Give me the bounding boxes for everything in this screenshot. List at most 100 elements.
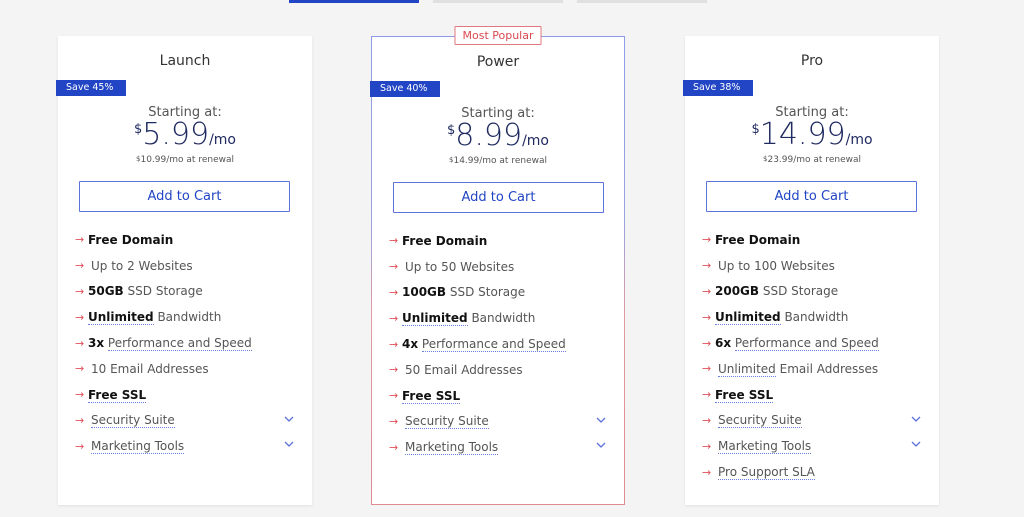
price-amount: 14.99 [759,117,846,152]
feature-highlight: Free SSL [402,388,461,404]
feature-text: Security Suite [88,413,175,429]
feature-item[interactable]: → Security Suite [389,409,607,435]
arrow-right-icon: → [389,285,399,299]
arrow-right-icon: → [389,260,399,274]
feature-item: → Free SSL [75,382,295,408]
feature-label: Performance and Speed [421,337,566,353]
feature-text: Free Domain [715,233,800,247]
feature-label: Up to 100 Websites [718,258,835,273]
feature-label: 50 Email Addresses [405,362,523,377]
feature-highlight: Free Domain [88,232,174,247]
plan-term-tab-1[interactable] [289,0,419,3]
feature-text: Free SSL [715,387,774,403]
add-to-cart-button[interactable]: Add to Cart [79,181,290,212]
feature-label: Marketing Tools [405,440,499,456]
feature-item: → 100GB SSD Storage [389,280,607,306]
price: $8.99/mo [372,121,624,151]
feature-highlight: 4x [402,337,419,352]
most-popular-badge: Most Popular [454,26,542,45]
plan-term-tab-2[interactable] [433,0,563,3]
arrow-right-icon: → [702,233,712,247]
renewal-price: $23.99/mo at renewal [763,155,861,165]
price-amount: 8.99 [455,118,523,153]
feature-item: → Up to 100 Websites [702,253,922,279]
chevron-down-icon[interactable] [595,414,607,426]
price-period: /mo [522,133,549,149]
arrow-right-icon: → [702,259,712,273]
feature-item: → Unlimited Bandwidth [389,305,607,331]
feature-label: Marketing Tools [91,439,185,455]
feature-item: → Unlimited Bandwidth [75,304,295,330]
arrow-right-icon: → [75,362,85,376]
arrow-right-icon: → [389,311,399,325]
arrow-right-icon: → [702,413,712,427]
feature-item[interactable]: → Security Suite [75,408,295,434]
feature-text: Free Domain [88,233,173,247]
feature-item: → Pro Support SLA [702,459,922,485]
feature-item[interactable]: → Marketing Tools [702,433,922,459]
feature-label: Pro Support SLA [718,465,815,481]
feature-text: Unlimited Bandwidth [88,310,221,326]
feature-label: Up to 2 Websites [91,258,193,273]
arrow-right-icon: → [75,310,85,324]
feature-label: Security Suite [91,413,175,429]
feature-label: Marketing Tools [718,439,812,455]
plan-card-pro: Pro Save 38% Starting at: $14.99/mo $23.… [683,36,939,505]
feature-text: Free Domain [402,234,487,248]
feature-label: SSD Storage [127,284,203,299]
feature-item: → Free SSL [702,382,922,408]
arrow-right-icon: → [389,414,399,428]
save-badge: Save 38% [683,80,753,96]
feature-text: 3x Performance and Speed [88,336,252,352]
feature-highlight: 6x [715,336,732,351]
feature-label: Unlimited Email Addresses [718,361,879,377]
currency-symbol: $ [751,122,760,137]
feature-label: SSD Storage [762,284,839,299]
currency-symbol: $ [134,122,143,137]
feature-label: Bandwidth [784,310,849,325]
arrow-right-icon: → [702,439,712,453]
feature-item: → Up to 2 Websites [75,253,295,279]
feature-item[interactable]: → Marketing Tools [389,434,607,460]
feature-text: Free SSL [402,388,461,404]
price-period: /mo [209,132,236,148]
feature-item: → 3x Performance and Speed [75,330,295,356]
chevron-down-icon[interactable] [595,439,607,451]
arrow-right-icon: → [75,259,85,273]
feature-item: → Unlimited Email Addresses [702,356,922,382]
arrow-right-icon: → [75,284,85,298]
feature-list: → Free Domain → Up to 50 Websites → 100GB SSD… [389,228,607,460]
save-badge: Save 45% [56,80,126,96]
arrow-right-icon: → [702,336,712,350]
feature-label: Performance and Speed [107,336,252,352]
chevron-down-icon[interactable] [283,413,295,425]
arrow-right-icon: → [75,233,85,247]
feature-item: → Up to 50 Websites [389,254,607,280]
feature-highlight: Unlimited [715,310,781,326]
plan-term-tab-3[interactable] [577,0,707,3]
feature-text: Security Suite [715,413,802,429]
feature-label: Performance and Speed [734,336,879,352]
chevron-down-icon[interactable] [910,413,922,425]
feature-item[interactable]: → Marketing Tools [75,433,295,459]
feature-highlight: Unlimited [88,310,154,326]
feature-text: 200GB SSD Storage [715,284,838,298]
feature-highlight: Free SSL [88,387,147,403]
chevron-down-icon[interactable] [283,438,295,450]
feature-item[interactable]: → Security Suite [702,408,922,434]
arrow-right-icon: → [75,413,85,427]
feature-highlight: Unlimited [402,311,468,327]
feature-item: → Free Domain [75,227,295,253]
feature-text: Free SSL [88,387,147,403]
add-to-cart-button[interactable]: Add to Cart [393,182,604,213]
add-to-cart-button[interactable]: Add to Cart [706,181,917,212]
feature-highlight: 200GB [715,284,760,299]
arrow-right-icon: → [702,388,712,402]
chevron-down-icon[interactable] [910,438,922,450]
feature-highlight: 3x [88,336,105,351]
feature-text: Up to 50 Websites [402,260,514,274]
plan-name: Launch [159,53,211,69]
feature-label: Bandwidth [471,311,536,326]
currency-symbol: $ [447,123,456,138]
arrow-right-icon: → [389,440,399,454]
